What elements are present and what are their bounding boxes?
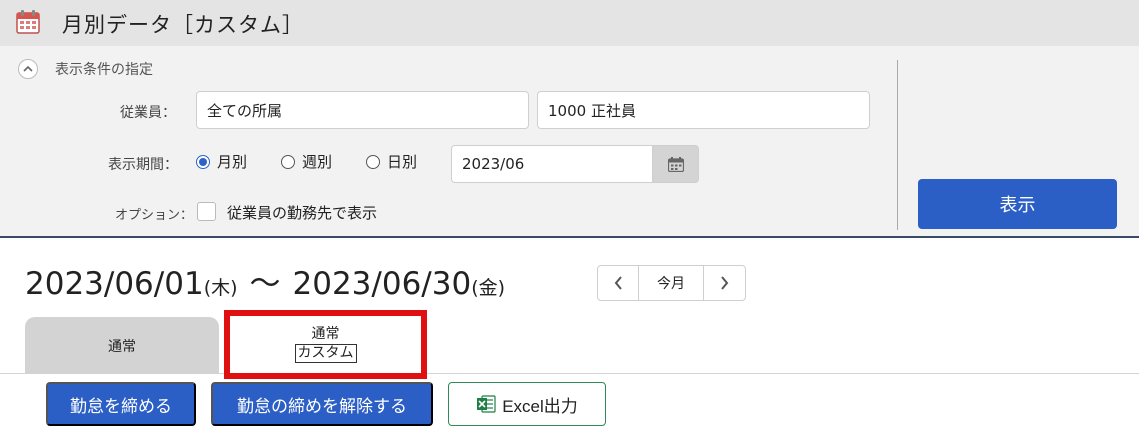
department-select[interactable]: 全ての所属 [196, 91, 529, 129]
unclose-attendance-button[interactable]: 勤怠の締めを解除する [211, 382, 433, 426]
chevron-up-icon[interactable] [18, 59, 38, 79]
filter-section-title: 表示条件の指定 [55, 62, 153, 78]
this-month-button[interactable]: 今月 [638, 265, 704, 301]
tab-custom-line2: カスタム [294, 344, 357, 363]
date-picker-button[interactable] [652, 145, 699, 183]
radio-month[interactable]: 月別 [196, 151, 247, 172]
tab-custom-line1: 通常 [311, 326, 340, 342]
radio-week-label: 週別 [302, 153, 333, 171]
tab-normal[interactable]: 通常 [25, 317, 219, 374]
calendar-icon [16, 10, 40, 34]
tab-normal-custom[interactable]: 通常 カスタム [224, 310, 427, 379]
radio-day-label: 日別 [387, 153, 418, 171]
workplace-checkbox-label: 従業員の勤務先で表示 [227, 204, 378, 222]
page-title: 月別データ［カスタム］ [62, 13, 304, 37]
month-input[interactable]: 2023/06 [451, 145, 653, 183]
filter-panel: 表示条件の指定 従業員： 全ての所属 1000 正社員 表示期間： 月別 週別 … [0, 46, 1139, 238]
tab-custom-content: 通常 カスタム [234, 320, 417, 369]
period-label: 表示期間： [108, 157, 178, 173]
radio-day-dot[interactable] [366, 154, 380, 169]
range-end: 2023/06/30 [292, 266, 472, 302]
radio-month-label: 月別 [217, 153, 248, 171]
show-button[interactable]: 表示 [918, 179, 1117, 229]
excel-icon [477, 395, 496, 413]
excel-export-button[interactable]: Excel出力 [448, 382, 606, 426]
workplace-checkbox[interactable] [197, 202, 216, 221]
divider [897, 60, 898, 230]
radio-month-dot[interactable] [196, 154, 210, 169]
range-end-dow: (金) [471, 277, 506, 299]
department-value: 全ての所属 [207, 101, 283, 120]
excel-export-label: Excel出力 [502, 396, 578, 416]
date-range: 2023/06/01(木) 〜 2023/06/30(金) [25, 258, 505, 303]
range-separator: 〜 [249, 266, 281, 302]
radio-week-dot[interactable] [281, 154, 295, 169]
option-label: オプション： [115, 208, 194, 223]
chevron-right-icon [721, 276, 729, 290]
chevron-left-icon [614, 276, 622, 290]
employment-type-value: 1000 正社員 [548, 101, 636, 120]
title-bar: 月別データ［カスタム］ [0, 0, 1139, 46]
prev-month-button[interactable] [597, 265, 639, 301]
close-attendance-button[interactable]: 勤怠を締める [46, 382, 196, 426]
calendar-icon [668, 157, 684, 172]
range-start: 2023/06/01 [25, 266, 204, 302]
employee-label: 従業員： [120, 105, 176, 121]
next-month-button[interactable] [703, 265, 746, 301]
range-start-dow: (木) [203, 277, 238, 299]
tab-normal-label: 通常 [108, 338, 136, 355]
month-value: 2023/06 [462, 155, 525, 173]
radio-day[interactable]: 日別 [366, 151, 417, 172]
employment-type-select[interactable]: 1000 正社員 [537, 91, 870, 129]
radio-week[interactable]: 週別 [281, 151, 332, 172]
